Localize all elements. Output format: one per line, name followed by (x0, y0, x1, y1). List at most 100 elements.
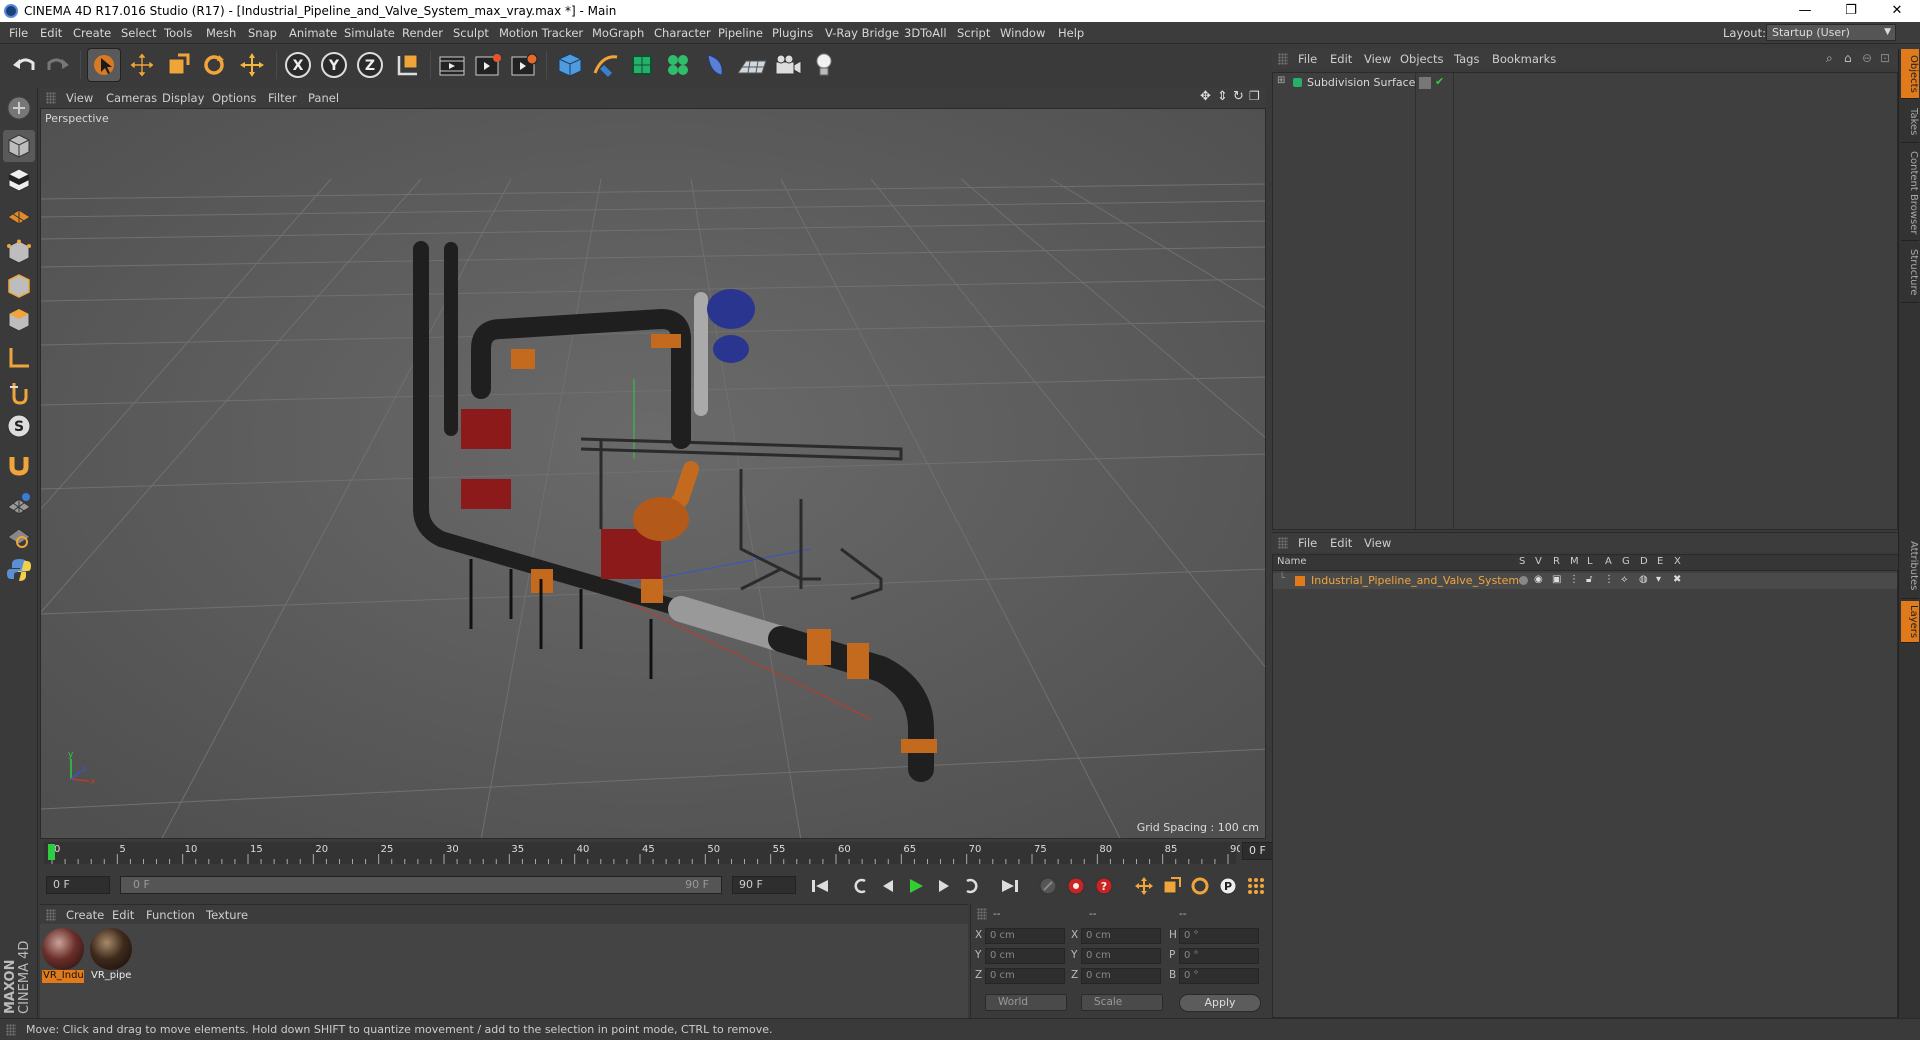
key-parameter-icon[interactable]: P (1216, 874, 1240, 898)
material-swatch[interactable]: VR_pipe (90, 928, 132, 982)
rot-h-field[interactable]: 0 ° (1179, 928, 1259, 944)
menu-render[interactable]: Render (402, 26, 443, 40)
material-menu-function[interactable]: Function (146, 908, 195, 922)
minimize-button[interactable]: — (1782, 0, 1828, 22)
menu-pipeline[interactable]: Pipeline (718, 26, 763, 40)
xref-toggle-icon[interactable]: ✖ (1673, 574, 1681, 585)
rot-p-field[interactable]: 0 ° (1179, 948, 1259, 964)
viewport-menu-options[interactable]: Options (212, 91, 256, 105)
manager-toggle-icon[interactable]: ⋮ (1569, 574, 1579, 585)
objects-menu-view[interactable]: View (1364, 52, 1391, 66)
previous-keyframe-icon[interactable] (848, 874, 872, 898)
objects-menu-edit[interactable]: Edit (1330, 52, 1352, 66)
close-button[interactable]: ✕ (1874, 0, 1920, 22)
magnet-icon[interactable] (3, 448, 35, 480)
points-mode-icon[interactable] (3, 236, 35, 268)
panel-grip-icon[interactable] (6, 1024, 16, 1036)
viewport-menu-view[interactable]: View (66, 91, 93, 105)
animation-toggle-icon[interactable]: ⋮ (1604, 574, 1614, 585)
light-icon[interactable] (808, 49, 840, 81)
layer-col-xref[interactable]: X (1674, 556, 1681, 567)
layers-menu-view[interactable]: View (1364, 536, 1391, 550)
layer-col-locked[interactable]: L (1587, 556, 1593, 567)
key-position-icon[interactable] (1132, 874, 1156, 898)
record-active-objects-icon[interactable] (1064, 874, 1088, 898)
x-axis-icon[interactable]: X (282, 49, 314, 81)
timeline-ruler[interactable]: 0 5 10 15 20 25 30 35 40 45 50 55 60 65 70 75 80 85 90 0 F (40, 840, 1302, 866)
menu-help[interactable]: Help (1058, 26, 1084, 40)
objects-menu-objects[interactable]: Objects (1400, 52, 1443, 66)
panel-grip-icon[interactable] (977, 908, 987, 920)
menu-simulate[interactable]: Simulate (344, 26, 395, 40)
maximize-view-icon[interactable]: ❐ (1249, 89, 1260, 103)
rot-b-field[interactable]: 0 ° (1179, 968, 1259, 984)
layer-col-view[interactable]: V (1535, 556, 1542, 567)
autokeying-icon[interactable]: ? (1092, 874, 1116, 898)
enabled-check-icon[interactable]: ✔ (1435, 75, 1444, 88)
select-arrow-icon[interactable] (87, 48, 121, 82)
edges-mode-icon[interactable] (3, 270, 35, 302)
panel-grip-icon[interactable] (1278, 53, 1288, 65)
viewport-menu-cameras[interactable]: Cameras (106, 91, 157, 105)
next-frame-icon[interactable] (932, 874, 956, 898)
menu-animate[interactable]: Animate (289, 26, 337, 40)
rotate-icon[interactable] (198, 49, 230, 81)
menu-edit[interactable]: Edit (40, 26, 62, 40)
layout-select[interactable]: Startup (User) ▼ (1766, 24, 1896, 41)
polygons-mode-icon[interactable] (3, 304, 35, 336)
pos-z-field[interactable]: 0 cm (985, 968, 1065, 984)
preview-range-slider[interactable]: 0 F 90 F (120, 876, 722, 894)
layer-col-animation[interactable]: A (1605, 556, 1612, 567)
generator-toggle-icon[interactable]: ⟡ (1621, 574, 1628, 585)
pos-x-field[interactable]: 0 cm (985, 928, 1065, 944)
menu-create[interactable]: Create (73, 26, 111, 40)
tab-attributes[interactable]: Attributes (1901, 533, 1919, 599)
locked-workplane-icon[interactable] (3, 520, 35, 552)
layer-col-solo[interactable]: S (1519, 556, 1525, 567)
previous-frame-icon[interactable] (876, 874, 900, 898)
material-menu-texture[interactable]: Texture (206, 908, 248, 922)
menu-motion-tracker[interactable]: Motion Tracker (499, 26, 583, 40)
panel-grip-icon[interactable] (46, 92, 56, 104)
eye-icon[interactable]: ◉ (1534, 574, 1543, 585)
menu-character[interactable]: Character (654, 26, 711, 40)
material-menu-edit[interactable]: Edit (112, 908, 134, 922)
objects-menu-tags[interactable]: Tags (1454, 52, 1479, 66)
snap-icon[interactable]: S (3, 410, 35, 442)
layer-visibility-icon[interactable] (1419, 77, 1431, 89)
layer-name[interactable]: Industrial_Pipeline_and_Valve_System (1311, 574, 1519, 587)
viewport-menu-display[interactable]: Display (162, 91, 204, 105)
make-editable-icon[interactable] (3, 92, 35, 124)
go-to-end-icon[interactable] (998, 874, 1022, 898)
home-icon[interactable]: ⌂ (1844, 51, 1852, 65)
tweak-mode-icon[interactable] (3, 376, 35, 408)
restore-button[interactable]: ❐ (1828, 0, 1874, 22)
menu-plugins[interactable]: Plugins (772, 26, 813, 40)
coordinate-space-select[interactable]: World (985, 994, 1067, 1011)
new-view-icon[interactable]: ⊖ (1862, 51, 1872, 65)
python-icon[interactable] (3, 554, 35, 586)
live-selection-icon[interactable] (236, 49, 268, 81)
model-mode-icon[interactable] (3, 130, 35, 162)
record-keys-disabled-icon[interactable] (1036, 874, 1060, 898)
next-keyframe-icon[interactable] (960, 874, 984, 898)
expand-icon[interactable]: ⊞ (1277, 75, 1285, 86)
y-axis-icon[interactable]: Y (318, 49, 350, 81)
menu-vray-bridge[interactable]: V-Ray Bridge (825, 26, 899, 40)
layer-col-deformers[interactable]: D (1640, 556, 1648, 567)
menu-3dtoall[interactable]: 3DToAll (904, 26, 947, 40)
layer-col-generators[interactable]: G (1622, 556, 1630, 567)
panel-grip-icon[interactable] (1278, 537, 1288, 549)
start-frame-field[interactable]: 0 F (46, 876, 110, 894)
orbit-view-icon[interactable]: ↻ (1233, 89, 1244, 104)
layers-menu-edit[interactable]: Edit (1330, 536, 1352, 550)
tab-content-browser[interactable]: Content Browser (1901, 145, 1919, 241)
move-icon[interactable] (126, 49, 158, 81)
undo-icon[interactable] (8, 49, 40, 81)
edit-render-settings-icon[interactable] (508, 49, 540, 81)
tab-objects[interactable]: Objects (1901, 49, 1919, 99)
pan-view-icon[interactable]: ✥ (1200, 89, 1211, 104)
layer-col-render[interactable]: R (1553, 556, 1560, 567)
render-picture-viewer-icon[interactable] (472, 49, 504, 81)
layer-col-expressions[interactable]: E (1657, 556, 1663, 567)
